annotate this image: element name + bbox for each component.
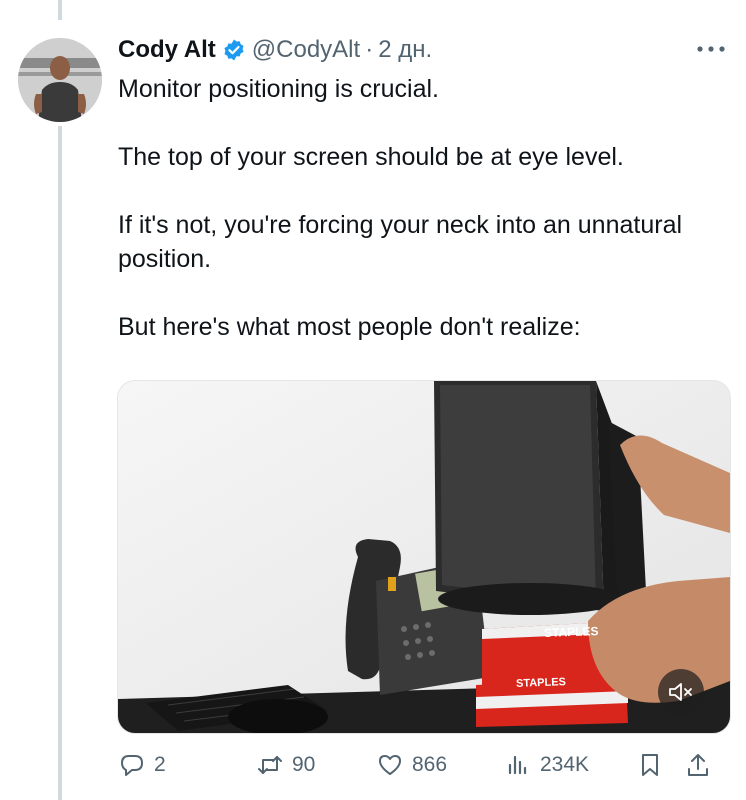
timestamp[interactable]: 2 дн. [378, 36, 432, 64]
tweet-text: Monitor positioning is crucial. The top … [118, 75, 683, 341]
views-count: 234K [540, 753, 590, 776]
author-name[interactable]: Cody Alt [118, 36, 216, 64]
thread-line-top [58, 0, 62, 20]
retweet-button[interactable]: 90 [256, 745, 315, 785]
separator-dot: · [365, 36, 374, 63]
views-icon [508, 755, 527, 775]
box-label-top: STAPLES [543, 624, 599, 640]
box-label-bottom: STAPLES [515, 676, 567, 690]
avatar[interactable] [18, 38, 102, 122]
like-icon [379, 755, 401, 775]
reply-icon [121, 755, 143, 776]
author-handle[interactable]: @CodyAlt [252, 36, 360, 64]
verified-badge-icon [224, 39, 244, 61]
thread-line-bottom [58, 126, 62, 800]
share-button[interactable] [684, 745, 712, 785]
reply-count: 2 [154, 753, 166, 776]
views-button[interactable]: 234K [504, 745, 589, 785]
action-bar: 2 90 866 234K [118, 745, 730, 785]
more-icon[interactable] [694, 40, 728, 58]
mute-icon [669, 683, 692, 701]
tweet-header: Cody Alt @CodyAlt · 2 дн. [118, 34, 432, 66]
retweet-count: 90 [292, 753, 316, 776]
mute-button[interactable] [658, 669, 704, 715]
tweet-video[interactable]: STAPLES STAPLES [117, 380, 731, 734]
bookmark-icon [642, 754, 658, 776]
bookmark-button[interactable] [636, 745, 664, 785]
share-icon [688, 754, 708, 776]
like-button[interactable]: 866 [376, 745, 447, 785]
like-count: 866 [412, 753, 448, 776]
video-frame [118, 381, 730, 733]
retweet-icon [258, 756, 282, 774]
reply-button[interactable]: 2 [118, 745, 166, 785]
